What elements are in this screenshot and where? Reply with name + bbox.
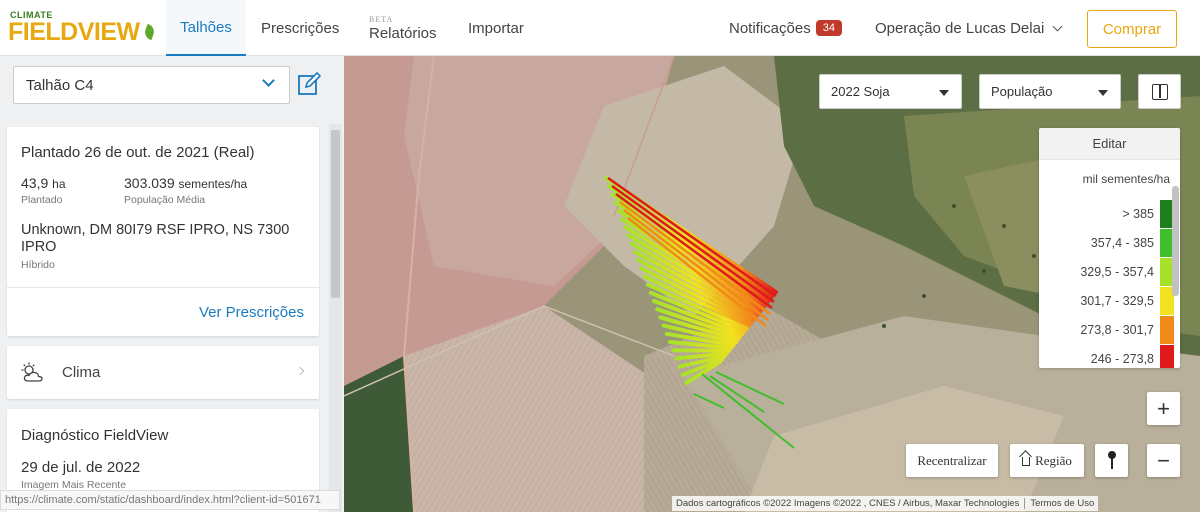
planted-area-label: Plantado (21, 194, 63, 206)
recenter-button[interactable]: Recentralizar (906, 444, 998, 477)
tab-importar[interactable]: Importar (468, 0, 524, 56)
split-view-icon (1152, 84, 1168, 100)
field-details-panel: Talhão C4 Plantado 26 de out. de 2021 (R… (0, 56, 344, 512)
planted-row (671, 348, 731, 353)
region-label: Região (1035, 452, 1072, 468)
planting-info-card: Plantado 26 de out. de 2021 (Real) 43,9 … (7, 127, 319, 336)
caret-down-icon (1098, 90, 1108, 96)
hybrid-label: Híbrido (21, 259, 55, 271)
region-button[interactable]: Região (1010, 444, 1084, 477)
layer-select[interactable]: População (979, 74, 1121, 109)
operation-label: Operação de Lucas Delai (875, 19, 1045, 37)
season-select[interactable]: 2022 Soja (819, 74, 962, 109)
tab-prescricoes-label: Prescrições (261, 19, 340, 37)
zoom-out-button[interactable]: − (1147, 444, 1180, 477)
operation-dropdown[interactable]: Operação de Lucas Delai (875, 0, 1063, 56)
season-select-value: 2022 Soja (831, 84, 890, 99)
partly-cloudy-icon (21, 362, 43, 382)
sidebar-scroll-thumb[interactable] (331, 130, 340, 298)
legend-range-label: 246 - 273,8 (1090, 352, 1154, 366)
average-population-label: População Média (124, 194, 206, 206)
legend-color-swatch (1160, 345, 1174, 368)
legend-unit: mil sementes/ha (1082, 172, 1170, 186)
legend-range-label: 357,4 - 385 (1090, 236, 1154, 250)
legend-row: 329,5 - 357,4 (1039, 258, 1180, 286)
legend-scrollbar[interactable] (1172, 186, 1179, 296)
tab-relatorios-label: Relatórios (369, 24, 437, 42)
tab-importar-label: Importar (468, 19, 524, 37)
zoom-in-button[interactable]: + (1147, 392, 1180, 425)
layer-select-value: População (991, 84, 1053, 99)
tab-talhoes-label: Talhões (180, 18, 232, 36)
planted-row (693, 393, 725, 409)
weather-label: Clima (62, 364, 101, 381)
planted-area-value: 43,9 ha (21, 175, 66, 191)
average-population-value: 303.039 sementes/ha (124, 175, 248, 191)
browser-status-url: https://climate.com/static/dashboard/ind… (0, 490, 340, 510)
card-divider (7, 287, 319, 288)
tab-talhoes[interactable]: Talhões (166, 0, 246, 56)
legend-row: 357,4 - 385 (1039, 229, 1180, 257)
legend-range-label: > 385 (1122, 207, 1154, 221)
map-attribution: Dados cartográficos ©2022 Imagens ©2022 … (672, 496, 1099, 511)
drop-pin-button[interactable] (1095, 444, 1128, 477)
home-icon (1022, 457, 1031, 466)
legend-edit-button[interactable]: Editar (1039, 128, 1180, 160)
top-navigation-bar: CLIMATE FIELDVIEW Talhões Prescrições BE… (0, 0, 1200, 56)
legend-row: > 385 (1039, 200, 1180, 228)
legend-range-label: 273,8 - 301,7 (1080, 323, 1154, 337)
map-attribution-text: Dados cartográficos ©2022 Imagens ©2022 … (676, 498, 1020, 509)
planting-title: Plantado 26 de out. de 2021 (Real) (21, 144, 255, 161)
legend-row: 301,7 - 329,5 (1039, 287, 1180, 315)
tab-relatorios[interactable]: BETA Relatórios (369, 0, 437, 56)
chevron-down-icon (262, 74, 275, 87)
notifications-count-badge: 34 (815, 20, 842, 36)
planted-row (701, 373, 795, 449)
weather-card[interactable]: Clima (7, 346, 319, 399)
notifications-button[interactable]: Notificações 34 (729, 0, 842, 56)
pin-icon (1107, 450, 1117, 471)
diagnostic-date: 29 de jul. de 2022 (21, 459, 141, 476)
buy-button[interactable]: Comprar (1087, 10, 1177, 48)
edit-field-icon[interactable] (297, 71, 321, 97)
tab-prescricoes[interactable]: Prescrições (261, 0, 339, 56)
climate-fieldview-logo[interactable]: CLIMATE FIELDVIEW (8, 10, 157, 46)
beta-badge: BETA (369, 14, 394, 24)
population-legend: Editar mil sementes/ha > 385 357,4 - 385 3… (1039, 128, 1180, 368)
split-view-button[interactable] (1138, 74, 1181, 109)
field-select-value: Talhão C4 (26, 76, 94, 94)
view-prescriptions-link[interactable]: Ver Prescrições (199, 304, 304, 321)
sidebar-scrollbar[interactable] (329, 124, 342, 512)
leaf-icon (142, 23, 157, 41)
chevron-down-icon (1052, 21, 1063, 31)
terms-of-use-link[interactable]: Termos de Uso (1030, 498, 1094, 509)
hybrid-value: Unknown, DM 80I79 RSF IPRO, NS 7300 IPRO (21, 222, 290, 255)
legend-row: 246 - 273,8 (1039, 345, 1180, 368)
satellite-map[interactable]: 2022 Soja População Editar mil sementes/… (344, 56, 1200, 512)
legend-row: 273,8 - 301,7 (1039, 316, 1180, 344)
field-select[interactable]: Talhão C4 (13, 66, 290, 104)
legend-color-swatch (1160, 316, 1174, 344)
chevron-right-icon (295, 366, 305, 376)
caret-down-icon (939, 90, 949, 96)
diagnostic-title: Diagnóstico FieldView (21, 427, 169, 444)
notifications-label: Notificações (729, 19, 811, 37)
legend-range-label: 329,5 - 357,4 (1080, 265, 1154, 279)
legend-range-label: 301,7 - 329,5 (1080, 294, 1154, 308)
logo-fieldview-text: FIELDVIEW (8, 18, 140, 46)
